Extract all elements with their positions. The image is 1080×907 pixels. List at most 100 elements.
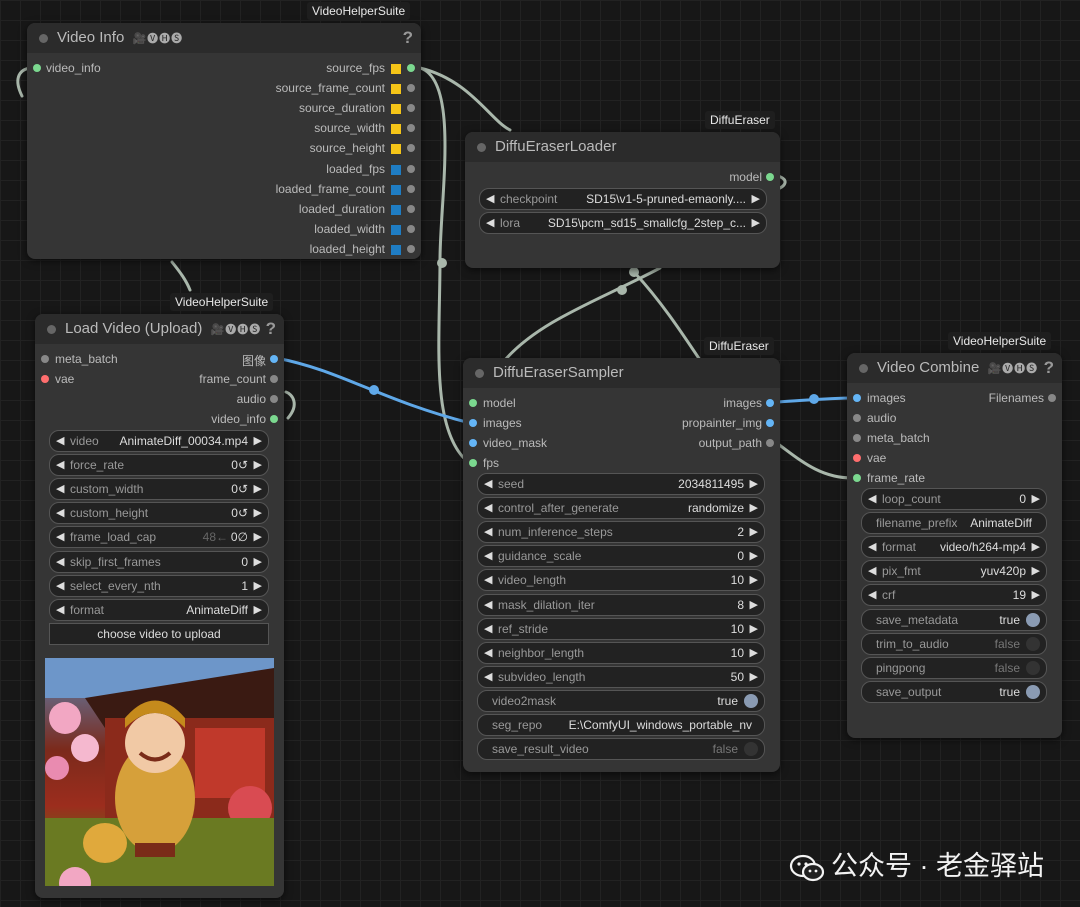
arrow-left-icon[interactable]: ◀: [484, 570, 492, 590]
input-port-meta-batch[interactable]: [41, 355, 49, 363]
arrow-left-icon[interactable]: ◀: [868, 585, 876, 605]
input-port-video-info[interactable]: [33, 64, 41, 72]
widget-custom-height[interactable]: ◀ custom_height 0↺ ▶: [49, 502, 269, 525]
toggle-knob-icon[interactable]: [1026, 613, 1040, 627]
collapse-dot-icon[interactable]: [859, 364, 868, 373]
output-port-loaded-width[interactable]: [407, 224, 415, 233]
arrow-right-icon[interactable]: ▶: [752, 189, 760, 209]
arrow-right-icon[interactable]: ▶: [254, 552, 262, 572]
widget-control-after-generate[interactable]: ◀ control_after_generate randomize ▶: [477, 497, 765, 520]
output-port-filenames[interactable]: [1048, 394, 1056, 402]
arrow-left-icon[interactable]: ◀: [486, 213, 494, 233]
widget-checkpoint[interactable]: ◀ checkpoint SD15\v1-5-pruned-emaonly.... ▶: [479, 188, 767, 210]
arrow-right-icon[interactable]: ▶: [750, 667, 758, 687]
arrow-left-icon[interactable]: ◀: [484, 474, 492, 494]
toggle-knob-icon[interactable]: [744, 742, 758, 757]
arrow-right-icon[interactable]: ▶: [254, 527, 262, 547]
output-port-video-info[interactable]: [270, 415, 278, 423]
arrow-left-icon[interactable]: ◀: [56, 527, 64, 547]
arrow-left-icon[interactable]: ◀: [56, 479, 64, 499]
toggle-pingpong[interactable]: pingpong false: [861, 657, 1047, 680]
arrow-right-icon[interactable]: ▶: [1032, 561, 1040, 581]
toggle-save-output[interactable]: save_output true: [861, 681, 1047, 704]
output-port-loaded-height[interactable]: [407, 244, 415, 253]
arrow-right-icon[interactable]: ▶: [254, 576, 262, 596]
video-combine-node[interactable]: Video Combine 🎥🅥🅗🅢 ? images audio meta_bat…: [847, 353, 1062, 738]
arrow-left-icon[interactable]: ◀: [56, 503, 64, 523]
sampler-title-bar[interactable]: DiffuEraserSampler: [463, 358, 780, 388]
diffueraser-loader-node[interactable]: DiffuEraserLoader model ◀ checkpoint SD15\…: [465, 132, 780, 268]
widget-video-length[interactable]: ◀ video_length 10 ▶: [477, 569, 765, 592]
output-port-source-fps[interactable]: [407, 64, 415, 72]
arrow-right-icon[interactable]: ▶: [750, 546, 758, 566]
choose-video-upload-button[interactable]: choose video to upload: [49, 623, 269, 645]
arrow-right-icon[interactable]: ▶: [750, 570, 758, 590]
load-video-node[interactable]: Load Video (Upload) 🎥🅥🅗🅢 ? meta_batch va…: [35, 314, 284, 898]
widget-lora[interactable]: ◀ lora SD15\pcm_sd15_smallcfg_2step_c... ▶: [479, 212, 767, 234]
arrow-right-icon[interactable]: ▶: [750, 643, 758, 663]
output-port-loaded-fps[interactable]: [407, 164, 415, 173]
input-port-images[interactable]: [853, 394, 861, 402]
input-port-frame-rate[interactable]: [853, 474, 861, 483]
arrow-left-icon[interactable]: ◀: [56, 576, 64, 596]
output-port-loaded-duration[interactable]: [407, 204, 415, 213]
arrow-right-icon[interactable]: ▶: [750, 595, 758, 615]
input-port-video-mask[interactable]: [469, 439, 477, 447]
toggle-video2mask[interactable]: video2mask true: [477, 690, 765, 712]
arrow-right-icon[interactable]: ▶: [750, 522, 758, 542]
collapse-dot-icon[interactable]: [477, 143, 486, 152]
arrow-left-icon[interactable]: ◀: [56, 455, 64, 475]
arrow-right-icon[interactable]: ▶: [1032, 489, 1040, 509]
toggle-knob-icon[interactable]: [1026, 685, 1040, 700]
widget-ref-stride[interactable]: ◀ ref_stride 10 ▶: [477, 617, 765, 640]
arrow-right-icon[interactable]: ▶: [1032, 585, 1040, 605]
help-icon[interactable]: ?: [266, 314, 276, 344]
toggle-knob-icon[interactable]: [744, 694, 758, 708]
arrow-left-icon[interactable]: ◀: [484, 546, 492, 566]
toggle-save-result-video[interactable]: save_result_video false: [477, 738, 765, 761]
toggle-knob-icon[interactable]: [1026, 637, 1040, 652]
widget-custom-width[interactable]: ◀ custom_width 0↺ ▶: [49, 478, 269, 501]
output-port-source-duration[interactable]: [407, 104, 415, 113]
arrow-left-icon[interactable]: ◀: [868, 537, 876, 557]
arrow-right-icon[interactable]: ▶: [752, 213, 760, 233]
toggle-save-metadata[interactable]: save_metadata true: [861, 609, 1047, 631]
arrow-right-icon[interactable]: ▶: [254, 479, 262, 499]
diffueraser-sampler-node[interactable]: DiffuEraserSampler model images video_ma…: [463, 358, 780, 772]
widget-num-inference-steps[interactable]: ◀ num_inference_steps 2 ▶: [477, 521, 765, 544]
input-port-meta-batch[interactable]: [853, 434, 861, 443]
arrow-left-icon[interactable]: ◀: [484, 522, 492, 542]
arrow-left-icon[interactable]: ◀: [484, 595, 492, 615]
input-port-images[interactable]: [469, 419, 477, 427]
arrow-right-icon[interactable]: ▶: [254, 503, 262, 523]
help-icon[interactable]: ?: [403, 23, 413, 53]
input-port-audio[interactable]: [853, 414, 861, 423]
arrow-right-icon[interactable]: ▶: [254, 455, 262, 475]
widget-neighbor-length[interactable]: ◀ neighbor_length 10 ▶: [477, 641, 765, 664]
arrow-left-icon[interactable]: ◀: [484, 498, 492, 518]
arrow-left-icon[interactable]: ◀: [484, 667, 492, 687]
widget-guidance-scale[interactable]: ◀ guidance_scale 0 ▶: [477, 545, 765, 568]
widget-format[interactable]: ◀ format AnimateDiff ▶: [49, 598, 269, 621]
arrow-right-icon[interactable]: ▶: [1032, 537, 1040, 557]
arrow-left-icon[interactable]: ◀: [486, 189, 494, 209]
output-port-model[interactable]: [766, 173, 774, 181]
output-port-loaded-frame-count[interactable]: [407, 184, 415, 193]
arrow-right-icon[interactable]: ▶: [254, 600, 262, 620]
output-port-images[interactable]: [766, 399, 774, 407]
arrow-left-icon[interactable]: ◀: [868, 489, 876, 509]
input-port-vae[interactable]: [41, 375, 49, 383]
arrow-left-icon[interactable]: ◀: [484, 619, 492, 639]
arrow-left-icon[interactable]: ◀: [56, 600, 64, 620]
input-port-model[interactable]: [469, 399, 477, 407]
output-port-output-path[interactable]: [766, 439, 774, 447]
output-port-audio[interactable]: [270, 395, 278, 403]
widget-select-every-nth[interactable]: ◀ select_every_nth 1 ▶: [49, 574, 269, 597]
widget-seed[interactable]: ◀ seed 2034811495 ▶: [477, 473, 765, 495]
widget-frame-load-cap[interactable]: ◀ frame_load_cap 48← 0∅ ▶: [49, 526, 269, 549]
video-info-title-bar[interactable]: Video Info 🎥🅥🅗🅢 ?: [27, 23, 421, 53]
output-port-propainter-img[interactable]: [766, 419, 774, 427]
widget-video[interactable]: ◀ video AnimateDiff_00034.mp4 ▶: [49, 430, 269, 452]
widget-mask-dilation-iter[interactable]: ◀ mask_dilation_iter 8 ▶: [477, 593, 765, 616]
arrow-right-icon[interactable]: ▶: [750, 474, 758, 494]
